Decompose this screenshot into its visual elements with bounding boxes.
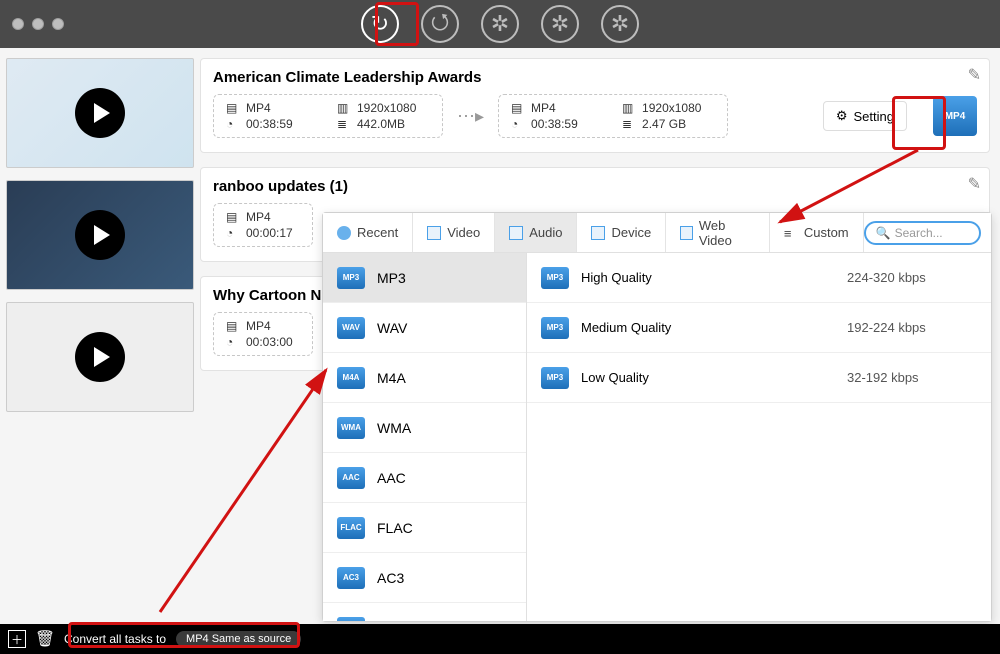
tab-audio[interactable]: Audio	[495, 213, 577, 252]
search-icon: 🔍	[876, 226, 891, 240]
format-mp3[interactable]: MP3MP3	[323, 253, 526, 303]
format-ac3[interactable]: AC3AC3	[323, 553, 526, 603]
format-wma[interactable]: WMAWMA	[323, 403, 526, 453]
quality-high[interactable]: MP3 High Quality 224-320 kbps	[527, 253, 991, 303]
task-title: American Climate Leadership Awards	[213, 69, 977, 86]
format-m4a[interactable]: M4AM4A	[323, 353, 526, 403]
thumbnail-column	[0, 48, 200, 624]
quality-low[interactable]: MP3 Low Quality 32-192 kbps	[527, 353, 991, 403]
mode-reel2-icon[interactable]: ✲	[541, 5, 579, 43]
window-controls[interactable]	[12, 18, 64, 30]
top-mode-icons: ↻ ⭯ ✲ ✲ ✲	[361, 5, 639, 43]
web-video-icon	[680, 226, 693, 240]
clock-icon: ◔	[226, 117, 240, 131]
play-icon[interactable]	[75, 210, 125, 260]
convert-target-pill[interactable]: MP4 Same as source	[176, 631, 301, 647]
format-wav[interactable]: WAVWAV	[323, 303, 526, 353]
popup-tabs: Recent Video Audio Device Web Video ≡Cus…	[323, 213, 991, 253]
tab-device[interactable]: Device	[577, 213, 666, 252]
play-icon[interactable]	[75, 332, 125, 382]
thumb-3[interactable]	[6, 302, 194, 412]
gear-icon: ⚙	[836, 108, 848, 124]
tab-recent[interactable]: Recent	[323, 213, 413, 252]
format-list[interactable]: MP3MP3 WAVWAV M4AM4A WMAWMA AACAAC FLACF…	[323, 253, 527, 621]
task-card-1: ✎ American Climate Leadership Awards ▤MP…	[200, 58, 990, 153]
mode-download-icon[interactable]: ⭯	[421, 5, 459, 43]
play-icon[interactable]	[75, 88, 125, 138]
quality-medium[interactable]: MP3 Medium Quality 192-224 kbps	[527, 303, 991, 353]
thumb-2[interactable]	[6, 180, 194, 290]
disk-icon: ≣	[337, 117, 351, 131]
format-aac[interactable]: AACAAC	[323, 453, 526, 503]
format-aiff[interactable]: AIFFAIFF	[323, 603, 526, 621]
search-placeholder: Search...	[895, 226, 943, 240]
trash-button[interactable]: 🗑	[36, 630, 54, 648]
format-flac[interactable]: FLACFLAC	[323, 503, 526, 553]
audio-icon	[509, 226, 523, 240]
format-badge[interactable]: MP4	[933, 96, 977, 136]
arrow-icon: ⋯▸	[457, 106, 484, 127]
add-button[interactable]: ＋	[8, 630, 26, 648]
format-popup: Recent Video Audio Device Web Video ≡Cus…	[322, 212, 992, 622]
format-icon: MP3	[337, 267, 365, 289]
min-dot[interactable]	[32, 18, 44, 30]
device-icon	[591, 226, 605, 240]
edit-icon[interactable]: ✎	[968, 174, 981, 194]
video-icon	[427, 226, 441, 240]
source-info: ▤MP4 ◔00:03:00	[213, 312, 313, 356]
thumb-1[interactable]	[6, 58, 194, 168]
bottom-bar: ＋ 🗑 Convert all tasks to MP4 Same as sou…	[0, 624, 1000, 654]
quality-list[interactable]: MP3 High Quality 224-320 kbps MP3 Medium…	[527, 253, 991, 621]
popup-search[interactable]: 🔍 Search...	[864, 221, 981, 245]
task-title: ranboo updates (1)	[213, 178, 977, 195]
source-info: ▤MP4 ◔00:00:17	[213, 203, 313, 247]
mode-reel3-icon[interactable]: ✲	[601, 5, 639, 43]
source-info: ▤MP4 ▥1920x1080 ◔00:38:59 ≣442.0MB	[213, 94, 443, 138]
film-icon: ▤	[226, 101, 240, 115]
setting-button[interactable]: ⚙ Setting	[823, 101, 907, 131]
recent-icon	[337, 226, 351, 240]
target-info: ▤MP4 ▥1920x1080 ◔00:38:59 ≣2.47 GB	[498, 94, 728, 138]
mode-reel1-icon[interactable]: ✲	[481, 5, 519, 43]
resolution-icon: ▥	[337, 101, 351, 115]
close-dot[interactable]	[12, 18, 24, 30]
custom-icon: ≡	[784, 226, 798, 240]
edit-icon[interactable]: ✎	[968, 65, 981, 85]
titlebar: ↻ ⭯ ✲ ✲ ✲	[0, 0, 1000, 48]
mode-convert-icon[interactable]: ↻	[361, 5, 399, 43]
tab-custom[interactable]: ≡Custom	[770, 213, 864, 252]
convert-label: Convert all tasks to	[64, 632, 166, 646]
tab-video[interactable]: Video	[413, 213, 495, 252]
zoom-dot[interactable]	[52, 18, 64, 30]
tab-webvideo[interactable]: Web Video	[666, 213, 770, 252]
